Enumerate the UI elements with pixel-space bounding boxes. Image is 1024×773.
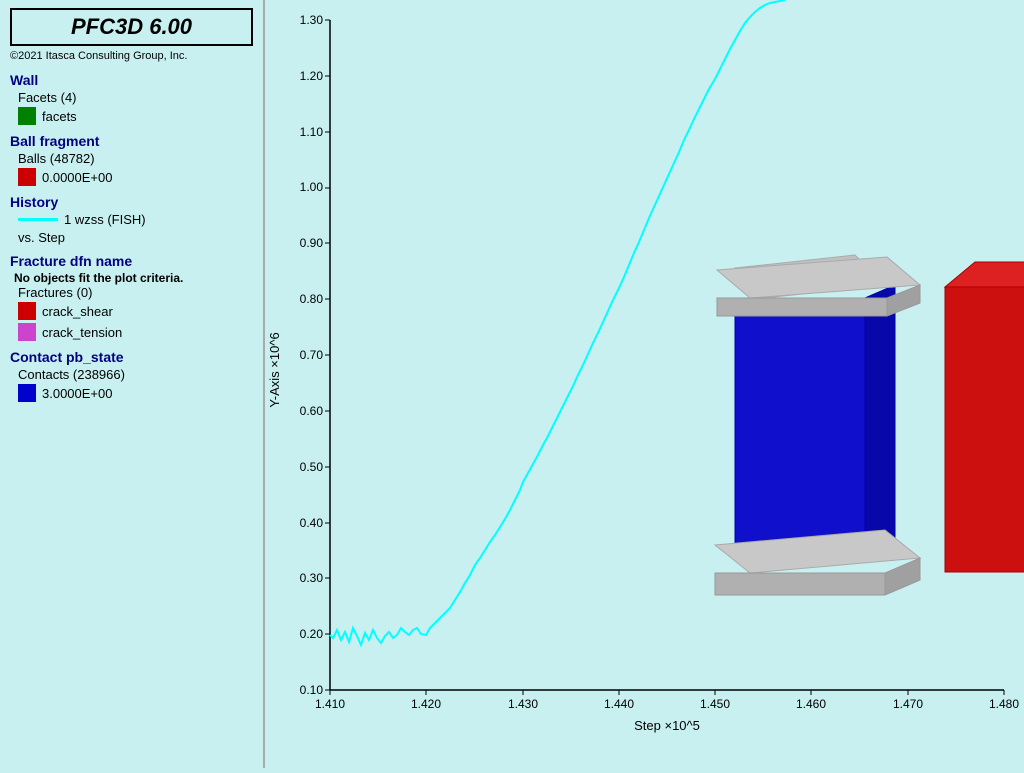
y-tick-0.10: 0.10 [300,683,324,697]
y-axis-label: Y-Axis ×10^6 [267,332,282,407]
balls-legend-row: 0.0000E+00 [18,168,253,186]
contact-header: Contact pb_state [10,349,253,365]
y-tick-0.20: 0.20 [300,627,324,641]
x-tick-1.470: 1.470 [893,697,923,711]
history-line-swatch [18,218,58,221]
no-objects-text: No objects fit the plot criteria. [14,271,253,285]
wall-header: Wall [10,72,253,88]
blue-top-platform-front [717,298,887,316]
x-tick-1.440: 1.440 [604,697,634,711]
y-tick-0.60: 0.60 [300,404,324,418]
history-header: History [10,194,253,210]
contacts-sub: Contacts (238966) [18,367,253,382]
crack-shear-label: crack_shear [42,304,113,319]
y-tick-0.40: 0.40 [300,516,324,530]
x-tick-1.450: 1.450 [700,697,730,711]
crack-shear-color-swatch [18,302,36,320]
crack-tension-label: crack_tension [42,325,122,340]
y-tick-0.50: 0.50 [300,460,324,474]
x-tick-1.460: 1.460 [796,697,826,711]
crack-tension-color-swatch [18,323,36,341]
contacts-value: 3.0000E+00 [42,386,112,401]
red-cube-front-face [945,287,1024,572]
x-axis-label: Step ×10^5 [634,718,700,733]
x-tick-1.430: 1.430 [508,697,538,711]
blue-cube-front-face [735,298,865,553]
y-tick-0.90: 0.90 [300,236,324,250]
y-tick-1.00: 1.00 [300,180,324,194]
fractures-sub: Fractures (0) [18,285,253,300]
contacts-legend-row: 3.0000E+00 [18,384,253,402]
copyright: ©2021 Itasca Consulting Group, Inc. [10,50,253,62]
history-legend-row: 1 wzss (FISH) [18,212,253,227]
y-tick-0.30: 0.30 [300,571,324,585]
y-tick-1.20: 1.20 [300,69,324,83]
x-tick-1.420: 1.420 [411,697,441,711]
y-tick-0.80: 0.80 [300,292,324,306]
ball-fragment-header: Ball fragment [10,133,253,149]
facets-sub: Facets (4) [18,90,253,105]
fracture-header: Fracture dfn name [10,253,253,269]
crack-tension-legend-row: crack_tension [18,323,253,341]
facets-legend-row: facets [18,107,253,125]
balls-value: 0.0000E+00 [42,170,112,185]
chart-svg: 0.10 0.20 0.30 0.40 0.50 0.60 0.70 0.80 … [265,0,1024,768]
x-tick-1.410: 1.410 [315,697,345,711]
blue-cube-right-face [865,285,895,553]
left-panel: PFC3D 6.00 ©2021 Itasca Consulting Group… [0,0,265,768]
balls-color-swatch [18,168,36,186]
y-tick-1.30: 1.30 [300,13,324,27]
chart-area: 0.10 0.20 0.30 0.40 0.50 0.60 0.70 0.80 … [265,0,1024,768]
history-line-label: 1 wzss (FISH) [64,212,146,227]
blue-platform-front [715,573,885,595]
facets-color-swatch [18,107,36,125]
facets-label: facets [42,109,77,124]
contacts-color-swatch [18,384,36,402]
x-tick-1.480: 1.480 [989,697,1019,711]
app-title: PFC3D 6.00 [10,8,253,46]
balls-sub: Balls (48782) [18,151,253,166]
crack-shear-legend-row: crack_shear [18,302,253,320]
y-tick-0.70: 0.70 [300,348,324,362]
y-tick-1.10: 1.10 [300,125,324,139]
history-vs-label: vs. Step [18,230,253,245]
